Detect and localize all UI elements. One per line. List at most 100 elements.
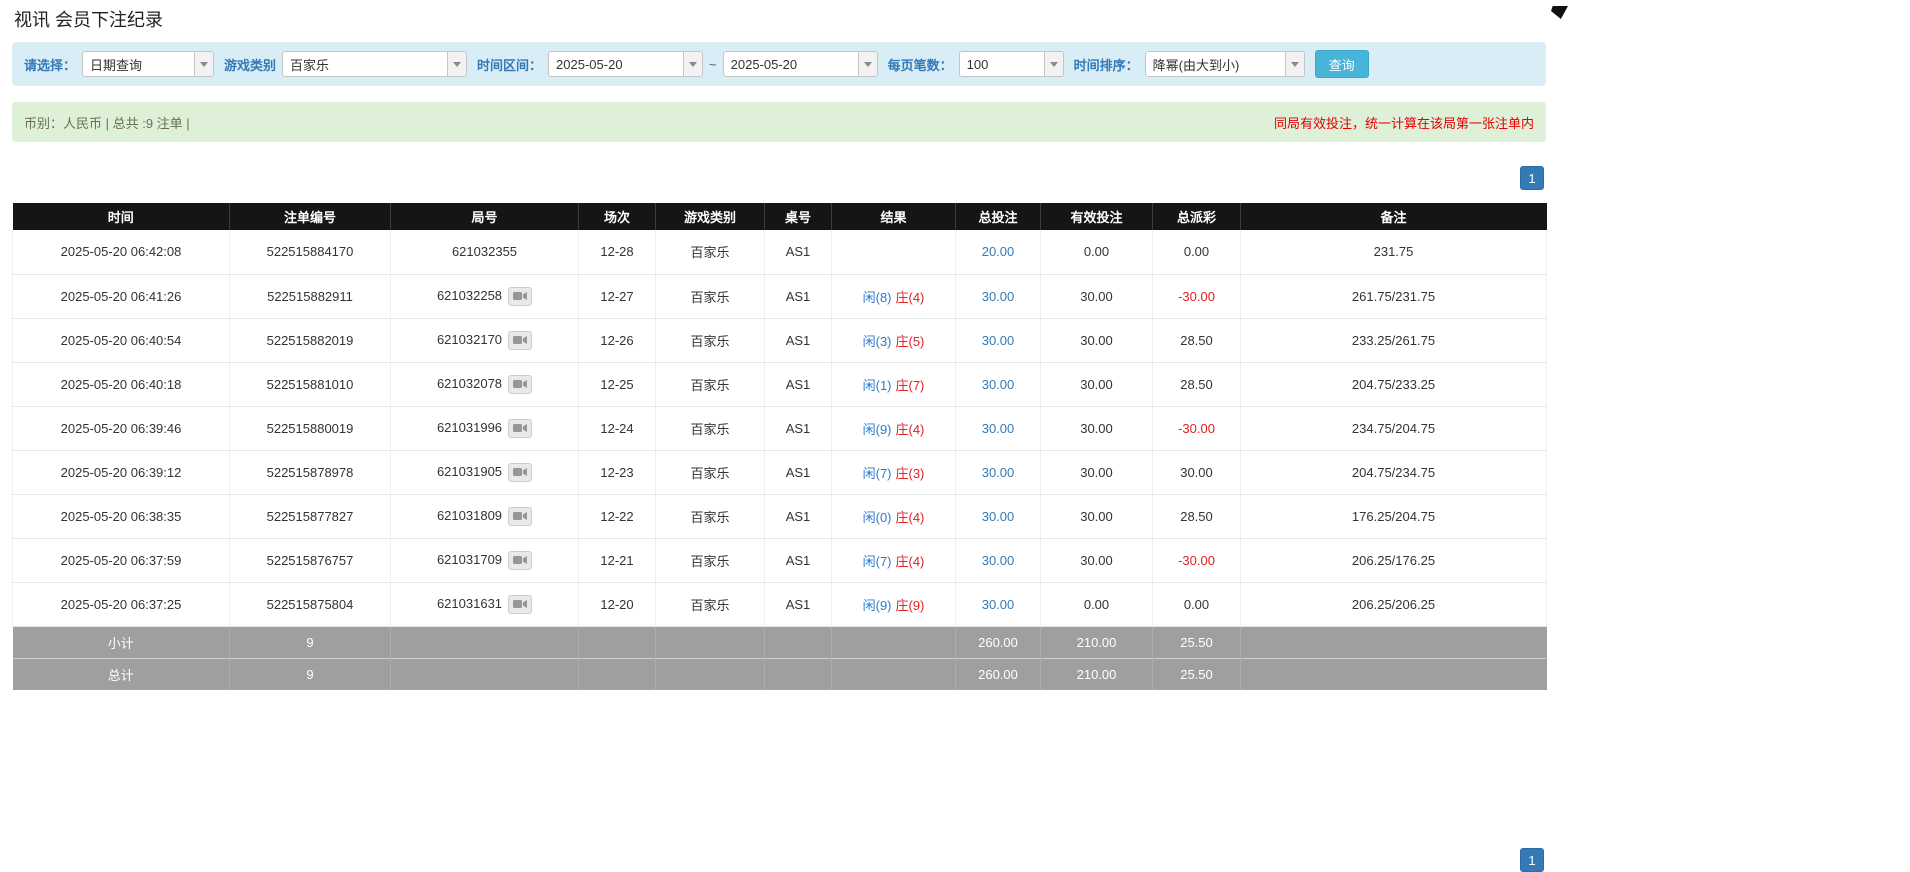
page-button-1[interactable]: 1 — [1520, 166, 1544, 190]
cell-session: 12-27 — [579, 274, 656, 318]
date-to-picker[interactable]: 2025-05-20 — [723, 51, 878, 77]
cell-total-bet[interactable]: 30.00 — [982, 421, 1015, 436]
footer-cell — [832, 626, 956, 658]
cell-round: 621031631 — [391, 582, 579, 626]
cell-round: 621031996 — [391, 406, 579, 450]
query-type-dropdown-arrow-icon[interactable] — [194, 52, 213, 76]
footer-cell: 210.00 — [1041, 626, 1153, 658]
column-header: 游戏类别 — [656, 203, 765, 230]
footer-cell — [1241, 626, 1547, 658]
date-from-dropdown-arrow-icon[interactable] — [683, 52, 702, 76]
filter-bar: 请选择： 日期查询 游戏类别 百家乐 时间区间： 2025-05-20 ~ 20… — [12, 42, 1546, 86]
page-size-dropdown-arrow-icon[interactable] — [1044, 52, 1063, 76]
cell-valid-bet: 30.00 — [1041, 406, 1153, 450]
cell-payout: -30.00 — [1153, 274, 1241, 318]
table-row: 2025-05-20 06:37:25 522515875804 6210316… — [13, 582, 1547, 626]
result-banker: 庄(4) — [896, 290, 925, 305]
result-player: 闲(0) — [863, 510, 892, 525]
cell-game-type: 百家乐 — [656, 230, 765, 274]
column-header: 注单编号 — [230, 203, 391, 230]
result-banker: 庄(4) — [896, 510, 925, 525]
page-size-value: 100 — [960, 52, 1044, 76]
result-banker: 庄(4) — [896, 554, 925, 569]
cell-time: 2025-05-20 06:42:08 — [13, 230, 230, 274]
cell-time: 2025-05-20 06:41:26 — [13, 274, 230, 318]
cell-total-bet[interactable]: 30.00 — [982, 377, 1015, 392]
cell-payout: -30.00 — [1153, 406, 1241, 450]
round-number: 621032170 — [437, 331, 502, 346]
cell-total-bet[interactable]: 20.00 — [982, 244, 1015, 259]
video-replay-icon[interactable] — [508, 551, 532, 570]
cell-payout: 28.50 — [1153, 362, 1241, 406]
result-banker: 庄(3) — [896, 466, 925, 481]
cell-total-bet[interactable]: 30.00 — [982, 465, 1015, 480]
cell-total-bet[interactable]: 30.00 — [982, 289, 1015, 304]
cell-valid-bet: 30.00 — [1041, 362, 1153, 406]
cell-note: 204.75/233.25 — [1241, 362, 1547, 406]
summary-bar: 币别：人民币 | 总共 :9 注单 | 同局有效投注，统一计算在该局第一张注单内 — [12, 102, 1546, 142]
cell-result: 闲(7)庄(4) — [832, 538, 956, 582]
sort-order-combo[interactable]: 降幂(由大到小) — [1145, 51, 1305, 77]
cell-total-bet-wrap: 30.00 — [956, 362, 1041, 406]
cell-note: 234.75/204.75 — [1241, 406, 1547, 450]
result-player: 闲(3) — [863, 334, 892, 349]
pagination-bottom: 1 — [12, 848, 1544, 872]
cell-payout: -30.00 — [1153, 538, 1241, 582]
round-number: 621031809 — [437, 507, 502, 522]
video-replay-icon[interactable] — [508, 463, 532, 482]
game-type-dropdown-arrow-icon[interactable] — [447, 52, 466, 76]
cell-total-bet[interactable]: 30.00 — [982, 553, 1015, 568]
table-row: 2025-05-20 06:41:26 522515882911 6210322… — [13, 274, 1547, 318]
cell-session: 12-23 — [579, 450, 656, 494]
cell-result: 闲(0) 庄(4) — [832, 494, 956, 538]
cell-bet-id: 522515882911 — [230, 274, 391, 318]
cell-bet-id: 522515882019 — [230, 318, 391, 362]
page-button-1[interactable]: 1 — [1520, 848, 1544, 872]
table-body: 2025-05-20 06:42:08 522515884170 6210323… — [13, 230, 1547, 626]
video-replay-icon[interactable] — [508, 287, 532, 306]
cell-total-bet[interactable]: 30.00 — [982, 333, 1015, 348]
video-replay-icon[interactable] — [508, 375, 532, 394]
cell-time: 2025-05-20 06:40:18 — [13, 362, 230, 406]
cell-time: 2025-05-20 06:40:54 — [13, 318, 230, 362]
cell-table-no: AS1 — [765, 450, 832, 494]
cell-game-type: 百家乐 — [656, 582, 765, 626]
cell-total-bet[interactable]: 30.00 — [982, 597, 1015, 612]
date-to-dropdown-arrow-icon[interactable] — [858, 52, 877, 76]
camera-icon — [513, 335, 527, 345]
pagination-top: 1 — [12, 166, 1544, 190]
search-button[interactable]: 查询 — [1315, 50, 1369, 78]
cell-total-bet-wrap: 30.00 — [956, 538, 1041, 582]
footer-cell — [656, 658, 765, 690]
cell-bet-id: 522515880019 — [230, 406, 391, 450]
cell-table-no: AS1 — [765, 582, 832, 626]
page-size-combo[interactable]: 100 — [959, 51, 1064, 77]
cell-total-bet[interactable]: 30.00 — [982, 509, 1015, 524]
cell-session: 12-21 — [579, 538, 656, 582]
cell-total-bet-wrap: 30.00 — [956, 450, 1041, 494]
camera-icon — [513, 555, 527, 565]
camera-icon — [513, 599, 527, 609]
footer-cell: 210.00 — [1041, 658, 1153, 690]
video-replay-icon[interactable] — [508, 595, 532, 614]
round-number: 621031631 — [437, 595, 502, 610]
sort-order-dropdown-arrow-icon[interactable] — [1285, 52, 1304, 76]
camera-icon — [513, 291, 527, 301]
column-header: 总派彩 — [1153, 203, 1241, 230]
video-replay-icon[interactable] — [508, 419, 532, 438]
sort-order-value: 降幂(由大到小) — [1146, 52, 1285, 76]
table-row: 2025-05-20 06:40:54 522515882019 6210321… — [13, 318, 1547, 362]
video-replay-icon[interactable] — [508, 507, 532, 526]
video-replay-icon[interactable] — [508, 331, 532, 350]
footer-cell: 小计 — [13, 626, 230, 658]
date-from-picker[interactable]: 2025-05-20 — [548, 51, 703, 77]
query-type-combo[interactable]: 日期查询 — [82, 51, 214, 77]
cell-note: 233.25/261.75 — [1241, 318, 1547, 362]
table-row: 2025-05-20 06:37:59 522515876757 6210317… — [13, 538, 1547, 582]
result-player: 闲(1) — [863, 378, 892, 393]
cell-table-no: AS1 — [765, 494, 832, 538]
cell-valid-bet: 30.00 — [1041, 318, 1153, 362]
cell-payout: 28.50 — [1153, 318, 1241, 362]
result-player: 闲(7) — [863, 466, 892, 481]
game-type-combo[interactable]: 百家乐 — [282, 51, 467, 77]
